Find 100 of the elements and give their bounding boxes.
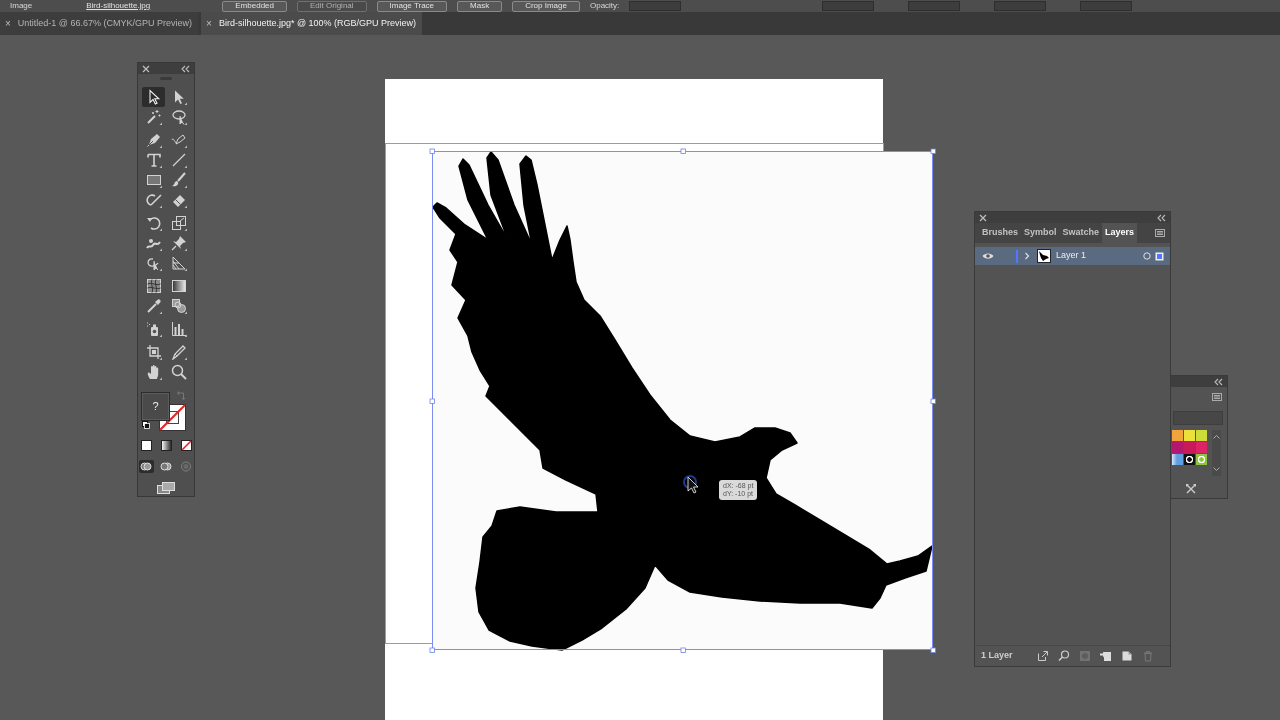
control-button[interactable]: Crop Image [512,0,580,12]
color-swatch-icon[interactable] [1172,430,1183,441]
mask-square-icon [1078,650,1091,662]
selection-handle[interactable] [930,398,936,404]
target-circle-icon[interactable] [1143,252,1151,260]
color-swatch-icon[interactable] [1184,442,1195,453]
menu-icon[interactable] [1155,229,1165,237]
panel-button[interactable] [1057,650,1070,662]
chevron-up-icon[interactable] [1213,434,1220,439]
tab-close-button[interactable]: × [5,16,11,31]
control-button[interactable]: Embedded [222,0,287,12]
file-name-link[interactable]: Bird-silhouette.jpg [86,1,151,11]
panel-tab[interactable]: Swatche [1059,223,1103,243]
selection-handle[interactable] [930,647,936,653]
color-swatch-icon[interactable] [1184,430,1195,441]
close-icon[interactable] [979,213,987,222]
tool-button[interactable] [142,87,165,107]
value-field[interactable] [994,1,1046,11]
opacity-field[interactable] [629,1,682,11]
color-mode-button[interactable] [138,439,154,452]
solid-color-icon [140,440,152,451]
selection-handle[interactable] [429,647,435,653]
overlapping-circles-icon [140,461,152,472]
menu-icon[interactable] [1212,393,1222,401]
value-field[interactable] [908,1,960,11]
value-field[interactable] [822,1,874,11]
export-icon [1036,650,1049,662]
layer-name: Layer 1 [1056,249,1087,263]
layer-row[interactable]: Layer 1 [975,247,1170,265]
panel-button[interactable] [1120,650,1133,662]
draw-mode-button[interactable] [138,460,154,473]
control-label: Image [10,1,33,11]
blend-icon [170,298,187,314]
default-colors-icon[interactable] [142,421,150,429]
eyedropper-icon [145,298,162,314]
type-icon [145,152,162,168]
color-swatch-icon[interactable] [1196,454,1207,465]
document-tab[interactable]: × Bird-silhouette.jpg* @ 100% (RGB/GPU Preview) [201,12,423,35]
search-icon [1057,650,1070,662]
selection-handle[interactable] [930,148,936,154]
bar-chart-icon [170,321,187,337]
document-tab[interactable]: × Untitled-1 @ 66.67% (CMYK/GPU Preview) [0,12,199,35]
gradient-icon [170,278,187,294]
paintbrush-icon [170,172,187,188]
panel-button[interactable] [1036,650,1049,662]
overlapping-circles-icon [180,461,192,472]
color-swatch-icon[interactable] [1196,442,1207,453]
collapse-icon[interactable] [1214,377,1223,386]
perspective-grid-icon [170,255,187,271]
scale-icon [170,215,187,231]
selection-handle[interactable] [680,647,686,653]
rotate-icon [145,215,162,231]
selected-image-drawing[interactable] [429,148,936,653]
color-swatch-icon[interactable] [1196,430,1207,441]
sublayer-icon [1099,650,1112,662]
color-swatch-icon[interactable] [1172,454,1183,465]
slice-icon [170,344,187,360]
lasso-icon [170,109,187,125]
control-label: Opacity: [589,1,620,11]
mesh-icon [145,278,162,294]
chevron-down-icon[interactable] [1213,467,1220,472]
collapse-icon[interactable] [1157,213,1166,222]
selection-handle[interactable] [429,148,435,154]
panel-tab[interactable]: Brushes [979,223,1021,243]
hand-icon [145,364,162,380]
panel-tab[interactable]: Symbol [1021,223,1060,243]
fill-swatch[interactable]: ? [141,392,170,421]
draw-mode-button[interactable] [158,460,174,473]
overlapping-circles-icon [160,461,172,472]
selection-square-icon[interactable] [1155,251,1164,261]
control-button[interactable]: Image Trace [376,0,448,12]
screen-mode-button[interactable] [155,481,177,494]
cursor-icon [683,475,699,494]
color-swatch-icon[interactable] [1184,454,1195,465]
gradient-icon [160,440,172,451]
cross-arrows-icon[interactable] [1186,484,1196,494]
selection-handle[interactable] [429,398,435,404]
scrollbar-track[interactable] [1212,430,1221,476]
new-page-icon [1120,650,1133,662]
panel-tab[interactable]: Layers [1102,223,1138,243]
rectangle-icon [145,172,162,188]
chevron-right-icon[interactable] [1023,252,1031,260]
value-field[interactable] [1080,1,1132,11]
tab-close-button[interactable]: × [206,16,212,31]
selection-handle[interactable] [680,148,686,154]
trash-icon [1141,650,1154,662]
eye-icon[interactable] [982,252,994,260]
color-swatch-icon[interactable] [1172,442,1183,453]
color-mode-button[interactable] [158,439,174,452]
collapse-icon[interactable] [181,64,190,73]
color-mode-button[interactable] [178,439,194,452]
zoom-icon [170,364,187,380]
spray-can-icon [145,321,162,337]
layer-count: 1 Layer [981,649,1013,663]
panel-button[interactable] [1099,650,1112,662]
none-icon [180,440,192,451]
close-icon[interactable] [142,64,150,73]
layer-thumbnail [1037,249,1051,263]
control-button[interactable]: Mask [457,0,503,12]
line-icon [170,152,187,168]
